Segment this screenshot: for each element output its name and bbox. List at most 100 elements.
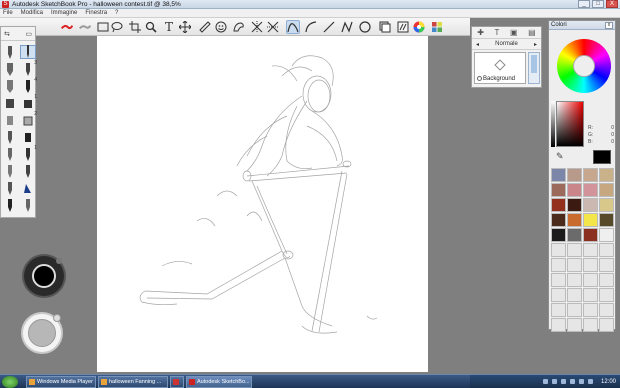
brush-paint[interactable]: [2, 96, 18, 110]
start-button[interactable]: [2, 376, 18, 388]
color-swatch[interactable]: [551, 183, 566, 197]
color-swatch[interactable]: [599, 288, 614, 302]
tray-icon[interactable]: [542, 379, 548, 384]
taskbar-item-app[interactable]: [170, 376, 184, 388]
lasso-icon[interactable]: [110, 20, 124, 34]
color-swatch[interactable]: [599, 273, 614, 287]
brush-airbrush[interactable]: [2, 45, 18, 59]
brush-spray[interactable]: [2, 181, 18, 195]
blend-prev-icon[interactable]: ◂: [476, 41, 479, 48]
color-wheel-icon[interactable]: [412, 20, 426, 34]
layer-row-background[interactable]: Background: [474, 52, 526, 84]
brush-sharpen[interactable]: [20, 130, 36, 144]
menu-modifica[interactable]: Modifica: [21, 10, 43, 16]
color-swatch[interactable]: [599, 198, 614, 212]
layers-icon[interactable]: [378, 20, 392, 34]
layer-opacity-thumb[interactable]: [531, 55, 537, 73]
delete-layer-icon[interactable]: ▤: [528, 28, 536, 37]
brush-hard[interactable]: 1: [20, 145, 37, 161]
network-icon[interactable]: [587, 379, 593, 384]
color-swatch[interactable]: [551, 198, 566, 212]
color-swatch[interactable]: [551, 258, 566, 272]
color-swatch[interactable]: [567, 243, 582, 257]
tray-icon[interactable]: [560, 379, 566, 384]
menu-file[interactable]: File: [3, 10, 13, 16]
color-swatch[interactable]: [567, 258, 582, 272]
color-swatch[interactable]: [567, 183, 582, 197]
symmetry-icon[interactable]: [250, 20, 264, 34]
gray-slider[interactable]: [551, 101, 555, 147]
color-swatch[interactable]: [567, 303, 582, 317]
taskbar-item-media-player[interactable]: Windows Media Player: [26, 376, 96, 388]
color-swatch[interactable]: [567, 273, 582, 287]
menu-finestra[interactable]: Finestra: [85, 10, 107, 16]
add-layer-icon[interactable]: ✚: [477, 28, 484, 37]
color-swatch[interactable]: [583, 258, 598, 272]
color-wheel[interactable]: [557, 39, 611, 93]
color-swatch[interactable]: [551, 213, 566, 227]
color-swatch[interactable]: [551, 168, 566, 182]
color-swatch[interactable]: [551, 228, 566, 242]
drawing-canvas[interactable]: [97, 36, 428, 372]
maximize-button[interactable]: □: [592, 0, 604, 8]
color-swatch[interactable]: [599, 258, 614, 272]
brush-chisel[interactable]: 1: [20, 94, 37, 110]
color-swatch[interactable]: [551, 318, 566, 332]
move-icon[interactable]: [178, 20, 192, 34]
tray-icon[interactable]: [551, 379, 557, 384]
color-swatch[interactable]: [583, 273, 598, 287]
color-swatch[interactable]: [583, 183, 598, 197]
crop-icon[interactable]: [128, 20, 142, 34]
curve-icon[interactable]: [304, 20, 318, 34]
ruler-icon[interactable]: [198, 20, 212, 34]
brush-dark[interactable]: [2, 198, 18, 212]
eraser-stroke-icon[interactable]: [76, 20, 94, 34]
layer-opacity-slider[interactable]: [528, 52, 540, 84]
color-swatch[interactable]: [583, 168, 598, 182]
color-swatch[interactable]: [583, 213, 598, 227]
menu-help[interactable]: ?: [115, 10, 118, 16]
magnifier-icon[interactable]: [144, 20, 158, 34]
rectangle-icon[interactable]: [96, 20, 110, 34]
french-curve-icon[interactable]: [232, 20, 246, 34]
color-swatch[interactable]: [583, 228, 598, 242]
line-icon[interactable]: [322, 20, 336, 34]
minimize-button[interactable]: _: [578, 0, 590, 8]
color-swatch[interactable]: [583, 243, 598, 257]
brush-library-icon[interactable]: ▭: [25, 30, 32, 38]
polyline-icon[interactable]: [340, 20, 354, 34]
tray-icon[interactable]: [569, 379, 575, 384]
brush-eraser[interactable]: 2: [20, 111, 37, 127]
brush-blender[interactable]: [2, 113, 18, 127]
brush-felt[interactable]: [2, 79, 18, 93]
color-swatch[interactable]: [567, 213, 582, 227]
color-swatch[interactable]: [599, 303, 614, 317]
brush-blue[interactable]: [20, 181, 36, 195]
image-layer-icon[interactable]: ▣: [510, 28, 518, 37]
freehand-icon[interactable]: [286, 20, 300, 34]
swap-brush-icon[interactable]: ⇆: [4, 30, 10, 38]
color-swatch[interactable]: [583, 303, 598, 317]
color-swatch[interactable]: [583, 198, 598, 212]
saturation-value-picker[interactable]: [556, 101, 584, 147]
volume-icon[interactable]: [578, 379, 584, 384]
taskbar-item-folder[interactable]: halloween Fanning ...: [98, 376, 168, 388]
color-swatch[interactable]: [567, 168, 582, 182]
color-swatch[interactable]: [583, 318, 598, 332]
brush-smear[interactable]: [2, 130, 18, 144]
color-swatch[interactable]: [567, 318, 582, 332]
color-swatch[interactable]: [599, 318, 614, 332]
eyedropper-icon[interactable]: ✎: [556, 151, 566, 163]
brush-stroke-icon[interactable]: [58, 20, 76, 34]
close-button[interactable]: X: [606, 0, 618, 8]
color-swatch[interactable]: [551, 288, 566, 302]
swatches-icon[interactable]: [430, 20, 444, 34]
color-swatch[interactable]: [551, 243, 566, 257]
ellipse-icon[interactable]: [358, 20, 372, 34]
color-swatch[interactable]: [599, 168, 614, 182]
color-swatch[interactable]: [599, 183, 614, 197]
symmetry-y-icon[interactable]: [266, 20, 280, 34]
blend-mode-selector[interactable]: ◂ Normale ▸: [472, 39, 541, 50]
brush-palette-icon[interactable]: [396, 20, 410, 34]
color-swatch[interactable]: [599, 243, 614, 257]
